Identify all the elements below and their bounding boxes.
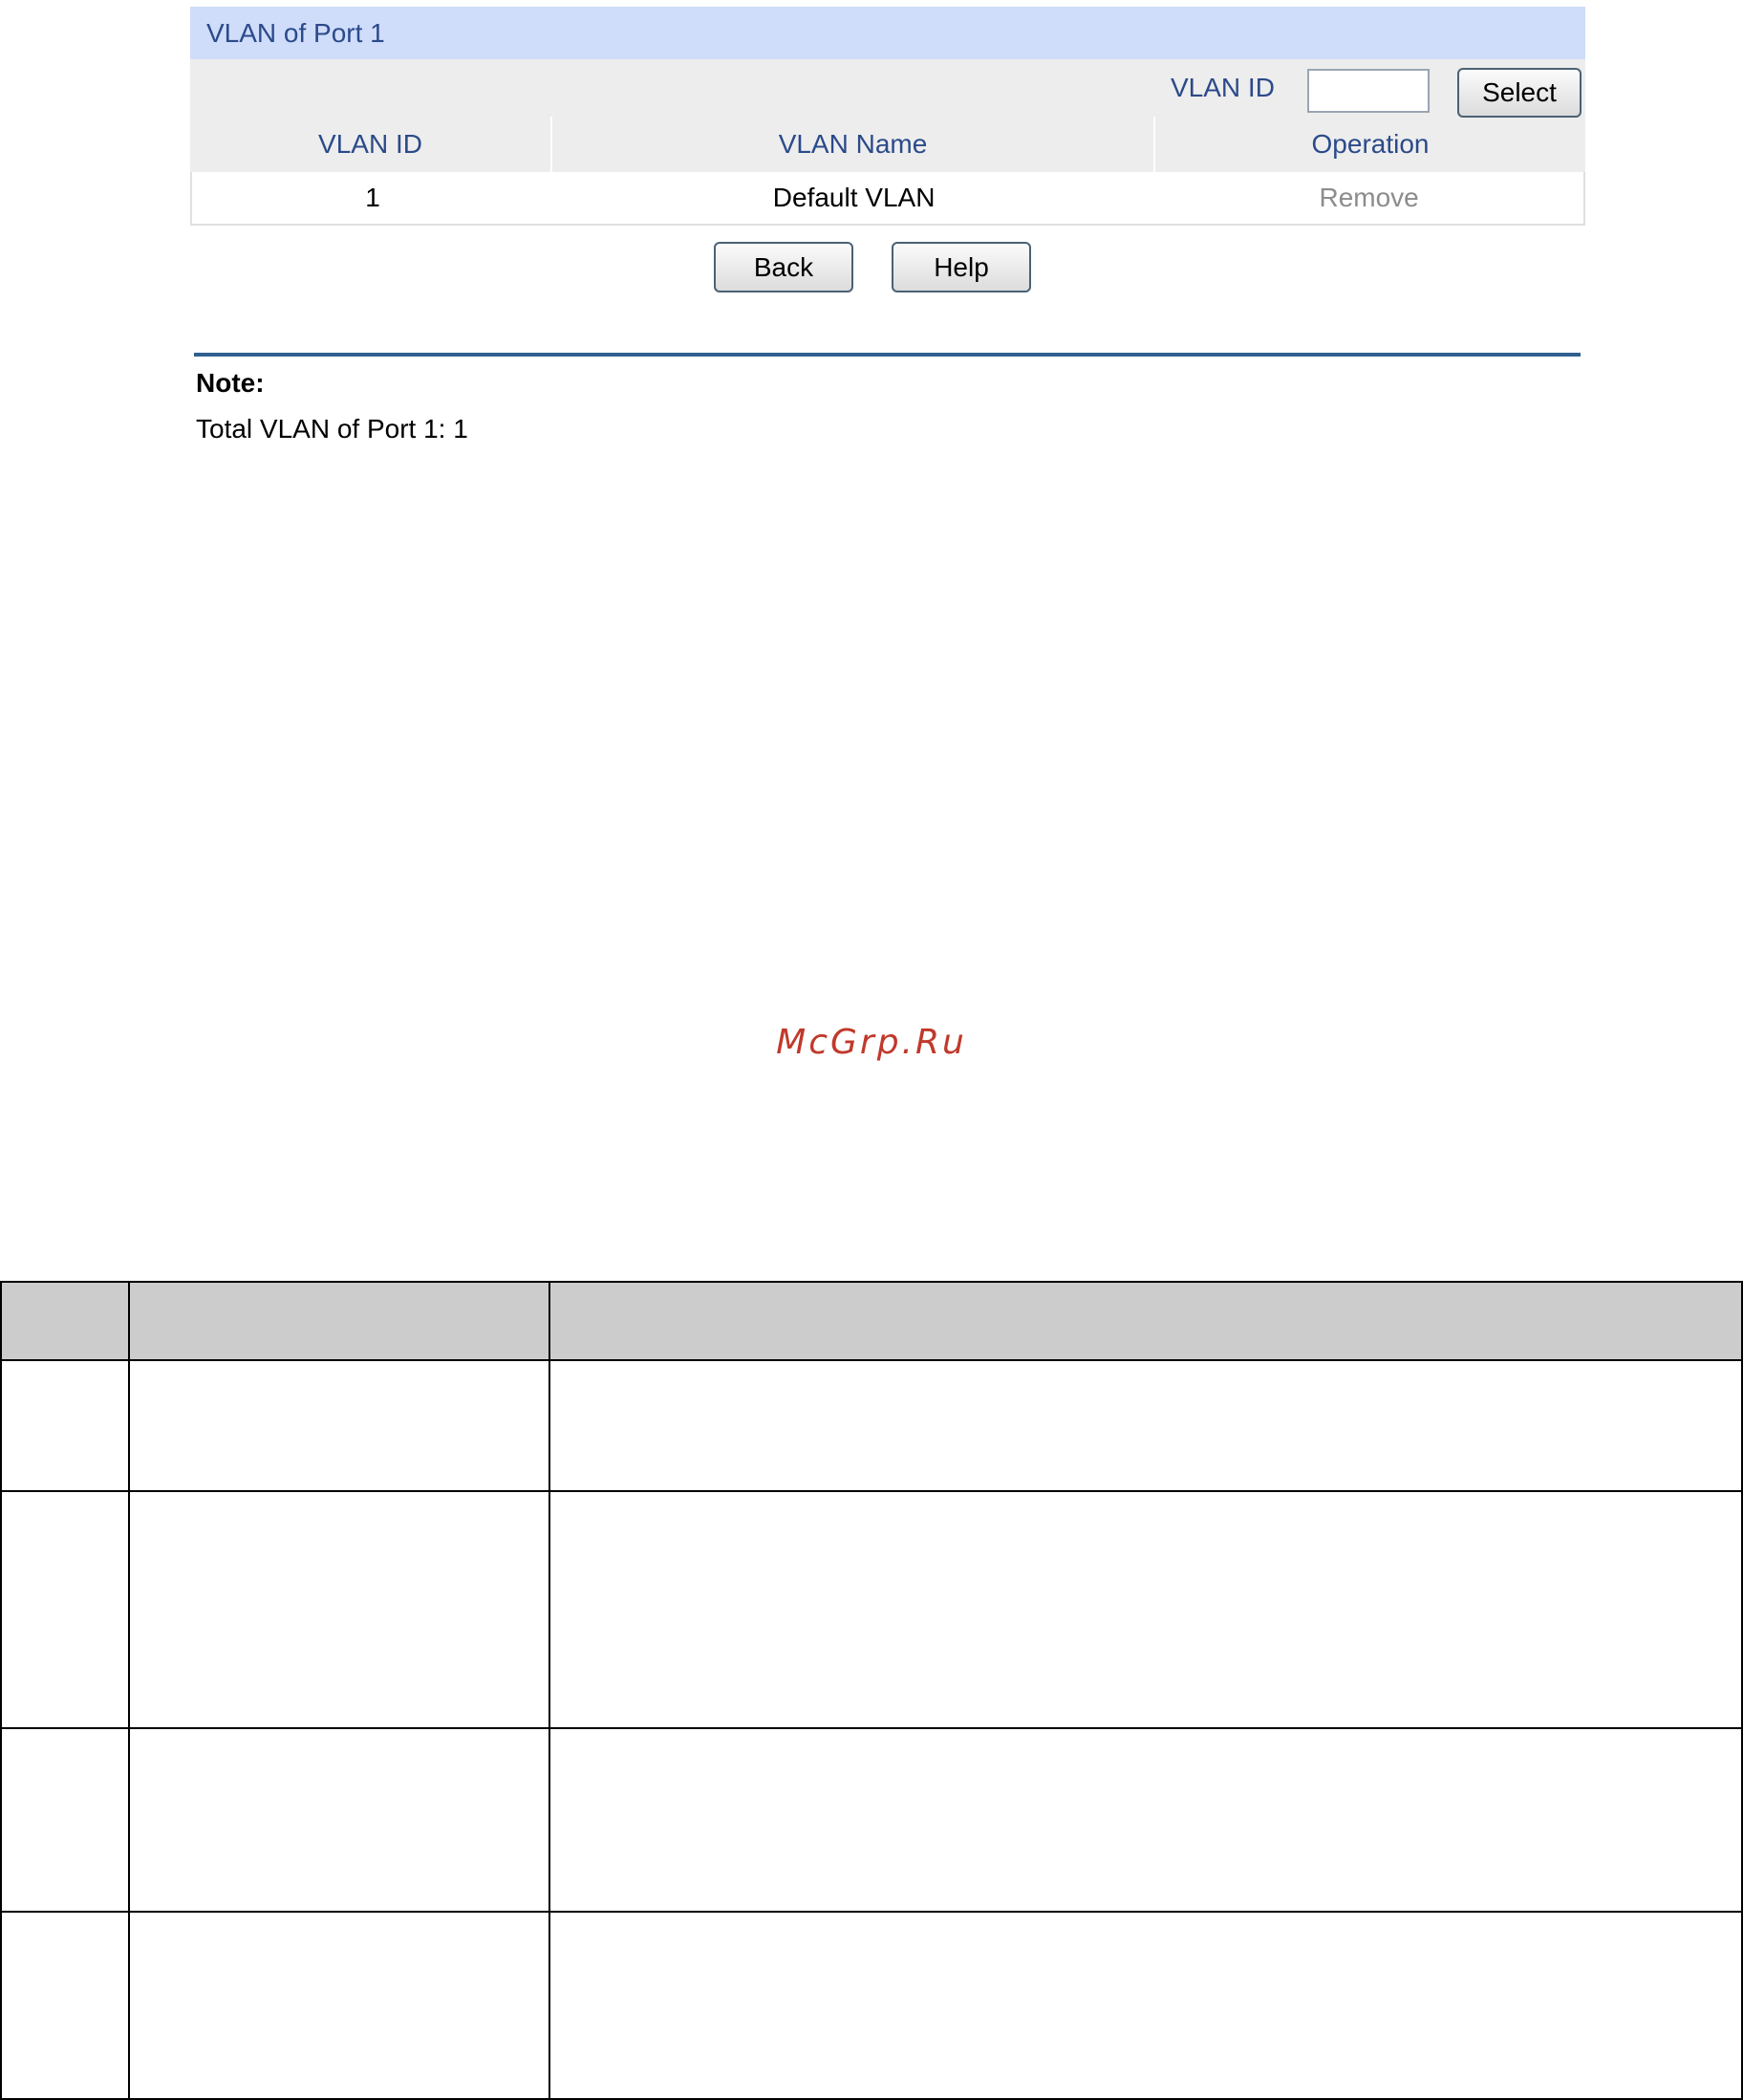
vlan-id-filter-label: VLAN ID — [1171, 73, 1275, 102]
description-table — [0, 1281, 1743, 2100]
table-cell — [128, 1359, 550, 1492]
watermark: McGrp.Ru — [776, 1023, 967, 1062]
table-row — [0, 1490, 1743, 1729]
table-header: VLAN ID VLAN Name Operation — [190, 117, 1585, 172]
table-row — [0, 1727, 1743, 1913]
panel-title: VLAN of Port 1 — [190, 7, 1585, 59]
vlan-filter-bar: VLAN ID Select — [190, 59, 1585, 118]
vlan-id-cell: 1 — [365, 183, 380, 212]
vlan-of-port-panel: VLAN of Port 1 VLAN ID Select VLAN ID VL… — [190, 7, 1585, 226]
table-cell — [128, 1911, 550, 2100]
table-cell — [549, 1490, 1743, 1729]
table-row — [0, 1359, 1743, 1492]
select-button[interactable]: Select — [1457, 68, 1582, 118]
table-cell — [549, 1359, 1743, 1492]
table-row — [0, 1911, 1743, 2100]
table-cell — [128, 1727, 550, 1913]
vlan-id-input[interactable] — [1307, 69, 1430, 113]
column-header-operation: Operation — [1311, 129, 1430, 159]
column-header-vlan-name: VLAN Name — [552, 117, 1155, 172]
table-row: 1 Default VLAN Remove — [190, 172, 1585, 226]
note-divider — [194, 353, 1581, 357]
note-text: Total VLAN of Port 1: 1 — [196, 414, 468, 444]
header-cell — [0, 1281, 130, 1361]
table-cell — [549, 1911, 1743, 2100]
table-cell — [549, 1727, 1743, 1913]
back-button[interactable]: Back — [714, 242, 853, 292]
header-cell — [549, 1281, 1743, 1361]
remove-link[interactable]: Remove — [1154, 172, 1583, 224]
column-header-vlan-id: VLAN ID — [190, 117, 552, 172]
description-table-header — [0, 1281, 1743, 1361]
table-cell — [0, 1727, 130, 1913]
table-cell — [128, 1490, 550, 1729]
header-cell — [128, 1281, 550, 1361]
vlan-name-cell: Default VLAN — [772, 183, 936, 212]
table-cell — [0, 1490, 130, 1729]
note-title: Note: — [196, 368, 265, 398]
table-cell — [0, 1359, 130, 1492]
table-cell — [0, 1911, 130, 2100]
help-button[interactable]: Help — [892, 242, 1031, 292]
